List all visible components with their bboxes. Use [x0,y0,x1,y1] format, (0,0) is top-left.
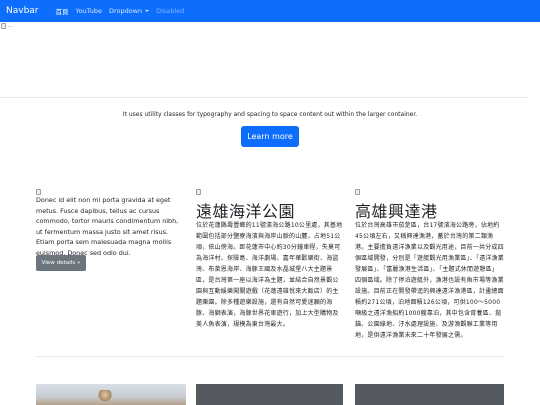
broken-image-icon [196,189,203,195]
caret-down-icon [145,10,150,12]
hero-image: ... [0,22,540,97]
navbar: Navbar 首頁 YouTube Dropdown Disabled [0,0,540,22]
divider [36,356,504,357]
nav-link-home[interactable]: 首頁 [56,6,69,16]
photo-tile [36,384,186,405]
card-text-1: Donec id elit non mi porta gravida at eg… [36,196,179,257]
card-text-2: 位於花蓮縣壽豐鄉的11號濱海公路10公里處，其基地範圍包括部分鹽寮海濱與海岸山脈… [196,222,343,328]
nav-link-disabled: Disabled [156,7,185,15]
dark-tile [355,384,504,405]
broken-image-icon: ... [1,23,13,29]
nav-link-dropdown[interactable]: Dropdown [109,7,150,15]
nav-link-youtube[interactable]: YouTube [76,7,102,15]
card-text-3: 位於台灣高雄市茄萣區，台17號濱海公路旁，佔地約45公頃左右，又稱興達漁港，蓄於… [355,222,505,339]
dark-tile [196,384,343,405]
navbar-brand[interactable]: Navbar [6,6,39,16]
learn-more-button[interactable]: Learn more [241,126,299,147]
card-title-2: 遠雄海洋公園 [196,202,296,221]
view-details-button[interactable]: View details » [36,255,86,271]
broken-image-icon [355,189,362,195]
divider [0,97,528,98]
lead-text: It uses utility classes for typography a… [122,111,418,118]
card-title-3: 高雄興達港 [355,202,438,221]
